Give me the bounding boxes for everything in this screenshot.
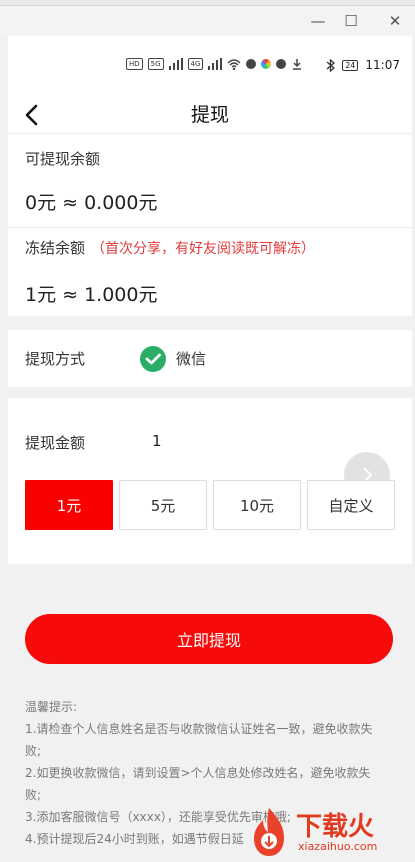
frozen-balance-row: 冻结余额 （首次分享，有好友阅读既可解冻） <box>25 237 315 258</box>
window-title-bar: — ☐ ✕ <box>0 6 415 36</box>
withdraw-method-row[interactable]: 提现方式 微信 <box>8 330 412 387</box>
shield-icon <box>276 59 287 69</box>
withdraw-amount-value: 1 <box>152 432 162 450</box>
available-balance-label: 可提现余额 <box>25 150 101 168</box>
wechat-icon <box>140 346 166 372</box>
bluetooth-icon <box>326 58 336 72</box>
hd-badge: HD <box>126 58 143 70</box>
status-icons: HD 5G 4G <box>126 58 303 70</box>
network-5g-label: 5G <box>147 58 164 70</box>
amount-options: 1元 5元 10元 自定义 <box>25 480 395 530</box>
notification-dot-icon <box>246 59 257 69</box>
frozen-balance-note: （首次分享，有好友阅读既可解冻） <box>91 241 316 257</box>
frozen-balance-value: 1元 ≈ 1.000元 <box>25 284 158 306</box>
page-title: 提现 <box>190 104 229 126</box>
withdraw-now-button[interactable]: 立即提现 <box>25 614 393 664</box>
watermark-logo: 下载火 xiazaihuo.com <box>240 800 415 862</box>
status-time: 11:07 <box>365 58 400 72</box>
flame-icon <box>254 808 284 856</box>
watermark-domain: xiazaihuo.com <box>298 840 378 853</box>
withdraw-amount-label: 提现金额 <box>25 434 86 452</box>
download-icon <box>293 59 302 70</box>
divider <box>8 227 412 228</box>
battery-icon: 24 <box>342 59 359 71</box>
phone-screen: HD 5G 4G 24 11:07 提现 可提现余额 0元 ≈ 0.000元 冻… <box>8 36 412 862</box>
amount-option-custom[interactable]: 自定义 <box>307 480 395 530</box>
tips-title: 温馨提示: <box>25 700 78 714</box>
watermark-brand: 下载火 <box>296 812 375 842</box>
wifi-icon <box>227 59 241 70</box>
navigation-bar: 提现 <box>8 96 412 134</box>
amount-option-1[interactable]: 1元 <box>25 480 113 530</box>
network-4g-label: 4G <box>187 58 204 70</box>
withdraw-method-label: 提现方式 <box>25 350 86 368</box>
signal-icon <box>168 58 183 70</box>
minimize-button[interactable]: — <box>303 10 333 32</box>
status-bar: HD 5G 4G 24 11:07 <box>8 36 412 96</box>
close-button[interactable]: ✕ <box>380 10 410 32</box>
balance-card: 可提现余额 0元 ≈ 0.000元 冻结余额 （首次分享，有好友阅读既可解冻） … <box>8 134 412 316</box>
available-balance-value: 0元 ≈ 0.000元 <box>25 192 158 214</box>
frozen-balance-label: 冻结余额 <box>25 239 86 257</box>
status-right: 24 11:07 <box>326 58 400 72</box>
signal-icon-2 <box>208 58 223 70</box>
app-icon <box>261 59 272 69</box>
amount-option-10[interactable]: 10元 <box>213 480 301 530</box>
maximize-button[interactable]: ☐ <box>336 10 366 32</box>
withdraw-amount-card: 提现金额 1 1元 5元 10元 自定义 <box>8 398 412 564</box>
tip-item: 1.请检查个人信息姓名是否与收款微信认证姓名一致，避免收款失败; <box>25 722 373 758</box>
amount-option-5[interactable]: 5元 <box>119 480 207 530</box>
withdraw-method-value: 微信 <box>176 350 207 368</box>
